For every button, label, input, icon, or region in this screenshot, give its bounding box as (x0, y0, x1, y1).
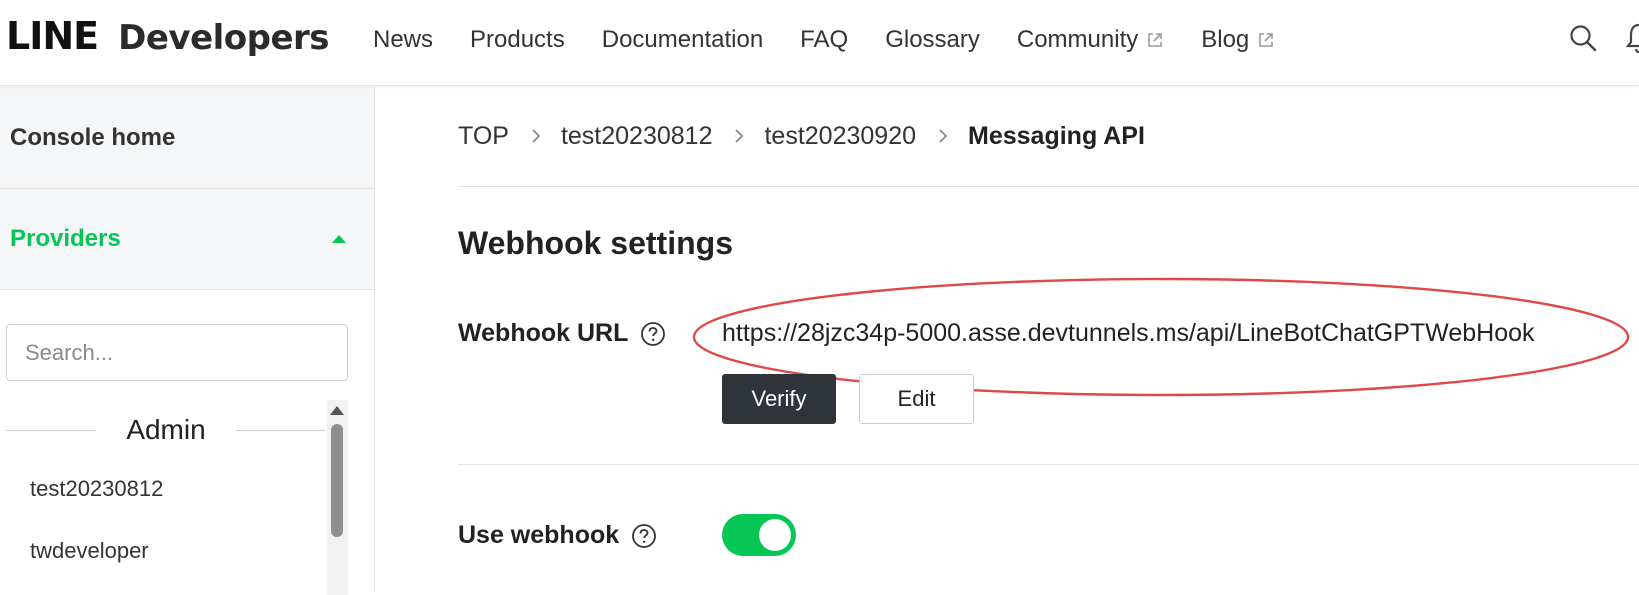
nav-blog-label: Blog (1201, 26, 1250, 53)
provider-item-twdeveloper[interactable]: twdeveloper (30, 538, 149, 564)
scroll-up-arrow-icon[interactable] (330, 406, 344, 415)
breadcrumb-current: Messaging API (968, 121, 1145, 150)
nav-products-label: Products (470, 26, 565, 53)
top-header: LINE Developers News Products Documentat… (0, 0, 1639, 86)
use-webhook-label-row: Use webhook (458, 521, 657, 550)
nav-glossary[interactable]: Glossary (885, 26, 980, 54)
divider-line (235, 429, 326, 431)
sidebar: Console home Providers Admin test2023081… (0, 87, 375, 595)
provider-search-input[interactable] (6, 324, 348, 381)
logo-line-text: LINE (6, 14, 99, 58)
section-divider (458, 464, 1639, 465)
section-divider (458, 186, 1639, 187)
nav-blog[interactable]: Blog (1201, 26, 1275, 54)
webhook-url-label: Webhook URL (458, 319, 629, 347)
search-icon[interactable] (1568, 23, 1598, 53)
divider-line (6, 429, 97, 431)
breadcrumb: TOP test20230812 test20230920 Messaging … (458, 116, 1145, 156)
help-icon[interactable] (631, 523, 657, 549)
nav-community-label: Community (1016, 26, 1139, 53)
nav-faq-label: FAQ (800, 26, 849, 53)
external-link-icon (1259, 33, 1274, 47)
logo-developers-text: Developers (118, 18, 330, 58)
nav-documentation[interactable]: Documentation (602, 26, 763, 54)
external-link-icon (1148, 33, 1163, 47)
sidebar-console-home[interactable]: Console home (0, 87, 374, 189)
nav-products[interactable]: Products (470, 26, 565, 54)
main-nav: News Products Documentation FAQ Glossary… (373, 22, 1312, 58)
provider-item-test20230812[interactable]: test20230812 (30, 476, 163, 502)
console-home-label: Console home (10, 123, 176, 151)
nav-documentation-label: Documentation (601, 26, 764, 53)
admin-group-divider: Admin (6, 405, 326, 455)
breadcrumb-provider[interactable]: test20230812 (561, 122, 713, 151)
chevron-right-icon (532, 129, 541, 143)
scrollbar-thumb[interactable] (331, 424, 343, 537)
breadcrumb-top[interactable]: TOP (458, 122, 509, 151)
caret-up-icon (332, 235, 346, 243)
sidebar-providers-toggle[interactable]: Providers (0, 189, 374, 290)
breadcrumb-channel[interactable]: test20230920 (764, 122, 916, 151)
use-webhook-label: Use webhook (458, 521, 620, 549)
chevron-right-icon (735, 129, 744, 143)
sidebar-scrollbar[interactable] (327, 400, 348, 595)
webhook-settings-title: Webhook settings (458, 225, 733, 261)
webhook-url-label-row: Webhook URL (458, 319, 666, 348)
webhook-url-value: https://28jzc34p-5000.asse.devtunnels.ms… (722, 319, 1535, 347)
use-webhook-toggle[interactable] (722, 514, 796, 556)
bell-icon[interactable] (1624, 22, 1639, 54)
help-icon[interactable] (640, 321, 666, 347)
nav-news[interactable]: News (373, 26, 433, 54)
line-developers-logo[interactable]: LINE Developers (6, 14, 330, 64)
providers-label: Providers (10, 225, 121, 252)
nav-community[interactable]: Community (1017, 26, 1164, 54)
admin-group-label: Admin (126, 414, 206, 445)
edit-button[interactable]: Edit (859, 374, 974, 424)
nav-news-label: News (373, 26, 434, 53)
nav-glossary-label: Glossary (885, 26, 980, 53)
toggle-knob (759, 519, 791, 551)
nav-faq[interactable]: FAQ (800, 26, 848, 54)
verify-button[interactable]: Verify (722, 374, 836, 424)
chevron-right-icon (939, 129, 948, 143)
